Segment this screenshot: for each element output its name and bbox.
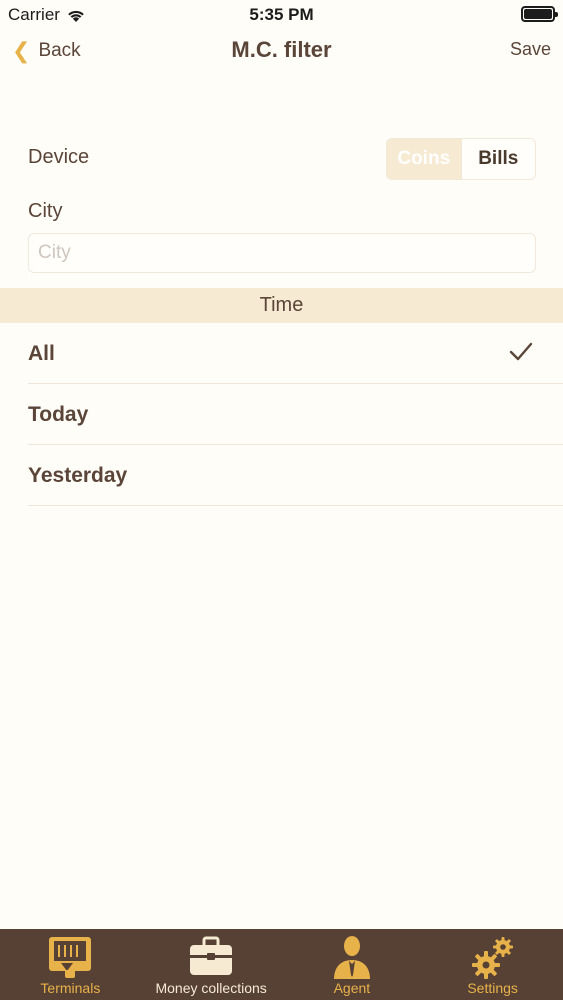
segment-bills[interactable]: Bills xyxy=(460,139,535,179)
gears-icon xyxy=(471,937,513,979)
device-label: Device xyxy=(28,146,90,168)
tab-label: Terminals xyxy=(40,980,101,996)
status-bar: Carrier 5:35 PM xyxy=(0,0,563,28)
checkmark-icon xyxy=(509,342,533,361)
time-option-yesterday[interactable]: Yesterday xyxy=(28,445,563,506)
agent-person-icon xyxy=(333,936,370,979)
time-option-label: All xyxy=(28,342,55,365)
tab-money-collections[interactable]: Money collections xyxy=(141,929,282,1000)
time-options-list: All Today Yesterday xyxy=(0,323,563,506)
navigation-bar: ❮ Back M.C. filter Save xyxy=(0,28,563,72)
time-option-label: Yesterday xyxy=(28,464,128,487)
tab-agent[interactable]: Agent xyxy=(282,929,423,1000)
city-input[interactable] xyxy=(28,233,536,273)
time-section-header: Time xyxy=(0,288,563,323)
time-option-today[interactable]: Today xyxy=(28,384,563,445)
page-title: M.C. filter xyxy=(231,37,332,62)
save-button[interactable]: Save xyxy=(510,39,551,60)
device-segmented-control: Coins Bills xyxy=(386,138,536,180)
tab-label: Settings xyxy=(467,980,518,996)
atm-terminal-icon xyxy=(49,937,92,978)
tab-terminals[interactable]: Terminals xyxy=(0,929,141,1000)
city-label: City xyxy=(28,200,63,222)
status-time: 5:35 PM xyxy=(249,5,314,24)
time-option-all[interactable]: All xyxy=(28,323,563,384)
tab-settings[interactable]: Settings xyxy=(422,929,563,1000)
segment-coins[interactable]: Coins xyxy=(387,139,461,179)
battery-icon xyxy=(521,6,558,22)
tab-bar: Terminals Money collections Agent Settin… xyxy=(0,929,563,1000)
tab-label: Money collections xyxy=(155,980,267,996)
tab-label: Agent xyxy=(333,980,371,996)
briefcase-icon xyxy=(190,936,233,975)
time-option-label: Today xyxy=(28,403,89,426)
